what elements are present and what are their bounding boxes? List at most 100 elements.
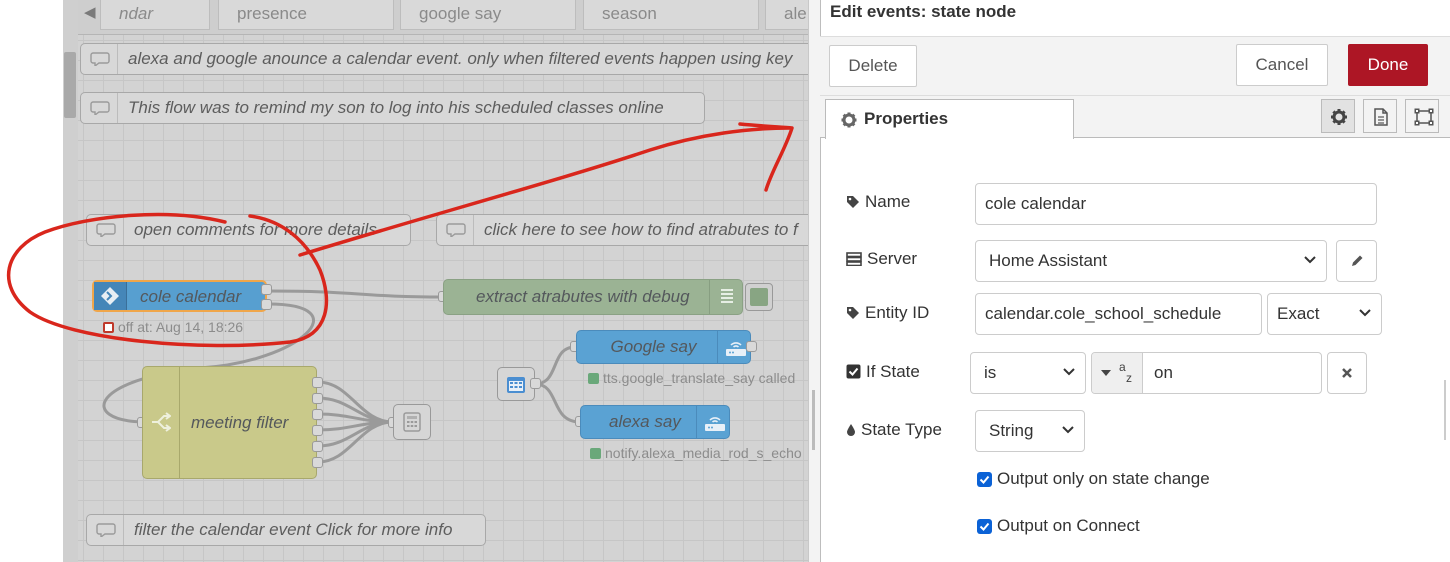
output-port-6[interactable] — [312, 457, 323, 468]
chevron-down-icon — [1063, 368, 1075, 376]
output-on-connect-label: Output on Connect — [997, 516, 1140, 535]
status-ok-indicator — [590, 448, 601, 459]
checkmark-icon — [979, 522, 990, 531]
comment-text: open comments for more details — [134, 220, 377, 239]
output-on-state-change-checkbox[interactable] — [977, 472, 992, 487]
entity-match-select[interactable]: Exact — [1267, 293, 1382, 335]
output-on-connect-checkbox[interactable] — [977, 519, 992, 534]
tag-icon — [847, 196, 859, 208]
comment-node-announce[interactable]: alexa and google anounce a calendar even… — [80, 43, 820, 75]
node-label: alexa say — [609, 412, 681, 431]
type-selector-button[interactable]: a z — [1092, 353, 1143, 393]
caret-down-icon — [1101, 370, 1111, 376]
events-state-node-cole-calendar[interactable]: cole calendar — [92, 280, 267, 312]
state-type-value: String — [989, 421, 1034, 440]
comment-text: This flow was to remind my son to log in… — [128, 98, 664, 117]
comment-text: alexa and google anounce a calendar even… — [128, 49, 793, 68]
output-port-3[interactable] — [312, 409, 323, 420]
tab-appearance[interactable] — [1405, 99, 1439, 133]
panel-scrollbar[interactable] — [1442, 0, 1450, 562]
server-select[interactable]: Home Assistant — [975, 240, 1327, 282]
comment-icon — [437, 215, 474, 245]
output-port-4[interactable] — [312, 425, 323, 436]
output-port[interactable] — [746, 341, 757, 352]
status-off-indicator — [103, 322, 114, 333]
router-icon — [696, 406, 731, 438]
entity-match-value: Exact — [1277, 304, 1320, 323]
checkmark-icon — [979, 475, 990, 484]
appearance-icon — [1414, 108, 1434, 126]
comment-text: filter the calendar event Click for more… — [134, 520, 453, 539]
comment-node-remind[interactable]: This flow was to remind my son to log in… — [80, 92, 705, 124]
output-port-1[interactable] — [312, 377, 323, 388]
document-icon — [1374, 108, 1388, 126]
calculator-node[interactable] — [393, 404, 431, 440]
name-label: Name — [846, 192, 910, 212]
comment-node-attributes[interactable]: click here to see how to find atrabutes … — [436, 214, 826, 246]
node-label: meeting filter — [191, 413, 289, 432]
server-label: Server — [846, 249, 917, 269]
gear-icon — [1331, 109, 1347, 125]
pencil-icon — [1352, 255, 1363, 266]
if-state-value: on — [1154, 363, 1173, 382]
tint-drop-icon — [847, 424, 855, 436]
chevron-down-icon — [1062, 426, 1074, 434]
gear-icon — [841, 112, 857, 128]
edit-server-button[interactable] — [1336, 240, 1377, 282]
node-label: Google say — [610, 337, 697, 356]
node-label: extract atrabutes with debug — [476, 287, 690, 306]
call-service-node-alexa-say[interactable]: alexa say — [580, 405, 730, 439]
switch-icon — [143, 367, 180, 478]
server-icon — [846, 252, 862, 267]
status-ok-indicator — [588, 373, 599, 384]
string-type-icon: a — [1119, 360, 1126, 374]
chevron-down-icon — [1359, 309, 1371, 317]
delete-button[interactable]: Delete — [829, 45, 917, 87]
state-node-icon — [94, 282, 127, 310]
comment-text: click here to see how to find atrabutes … — [484, 220, 798, 239]
close-icon — [1342, 368, 1352, 378]
output-port[interactable] — [530, 378, 541, 389]
calendar-icon — [507, 377, 525, 393]
tag-icon — [847, 307, 859, 319]
node-status: notify.alexa_media_rod_s_echo — [590, 445, 802, 461]
tab-properties[interactable]: Properties — [825, 99, 1074, 139]
comment-icon — [81, 93, 118, 123]
output-port-2[interactable] — [312, 393, 323, 404]
comment-icon — [87, 215, 124, 245]
node-status: off at: Aug 14, 18:26 — [103, 319, 243, 335]
tab-description[interactable] — [1363, 99, 1397, 133]
debug-list-icon — [709, 280, 744, 314]
name-input[interactable]: cole calendar — [975, 183, 1377, 225]
comment-node-open-comments[interactable]: open comments for more details — [86, 214, 411, 246]
cancel-button[interactable]: Cancel — [1236, 44, 1328, 86]
switch-node-meeting-filter[interactable]: meeting filter — [142, 366, 317, 479]
if-state-operator-value: is — [984, 363, 997, 382]
debug-node-extract[interactable]: extract atrabutes with debug — [443, 279, 743, 315]
entity-id-input[interactable]: calendar.cole_school_schedule — [975, 293, 1262, 335]
output-port-5[interactable] — [312, 441, 323, 452]
entity-id-label: Entity ID — [846, 303, 929, 323]
state-type-label: State Type — [846, 420, 942, 440]
debug-toggle-button[interactable] — [745, 283, 773, 311]
clear-if-state-button[interactable] — [1327, 352, 1367, 394]
call-service-node-google-say[interactable]: Google say — [576, 330, 751, 364]
if-state-label: If State — [846, 362, 920, 382]
calculator-icon — [403, 412, 421, 432]
done-button[interactable]: Done — [1348, 44, 1428, 86]
panel-title: Edit events: state node — [830, 2, 1017, 21]
checkbox-checked-icon — [846, 364, 861, 379]
tab-settings[interactable] — [1321, 99, 1355, 133]
if-state-operator-select[interactable]: is — [970, 352, 1086, 394]
node-label: cole calendar — [140, 287, 242, 306]
comment-icon — [87, 515, 124, 545]
comment-node-filter[interactable]: filter the calendar event Click for more… — [86, 514, 486, 546]
output-port-1[interactable] — [261, 284, 272, 295]
state-type-select[interactable]: String — [975, 410, 1085, 452]
chevron-down-icon — [1304, 256, 1316, 264]
node-status: tts.google_translate_say called — [588, 370, 795, 386]
output-port-2[interactable] — [261, 299, 272, 310]
panel-resize-handle[interactable] — [808, 0, 820, 562]
if-state-value-input[interactable]: a z on — [1091, 352, 1322, 394]
comment-icon — [81, 44, 118, 74]
